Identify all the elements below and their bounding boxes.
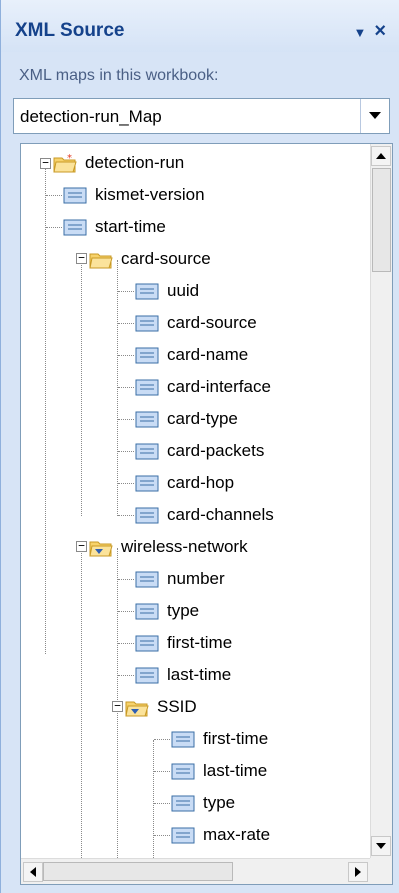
svg-text:*: *	[67, 153, 72, 164]
element-icon	[135, 603, 159, 620]
tree-item-number[interactable]: number	[135, 564, 225, 594]
element-icon	[135, 635, 159, 652]
tree-item-label: card-type	[167, 409, 238, 428]
element-icon	[135, 379, 159, 396]
element-icon	[63, 187, 87, 204]
scroll-corner	[370, 858, 392, 884]
pane-header: XML Source ▼×	[1, 0, 399, 52]
folder-icon	[89, 253, 113, 269]
tree-item-label: card-source	[121, 249, 211, 268]
root-folder-icon: *	[53, 153, 77, 173]
element-icon	[171, 795, 195, 812]
repeating-folder-icon	[125, 701, 149, 717]
tree-item-last-time[interactable]: last-time	[135, 660, 231, 690]
element-icon	[135, 315, 159, 332]
tree-item-card-source[interactable]: card-source	[89, 244, 211, 274]
vertical-scroll-thumb[interactable]	[372, 168, 391, 272]
collapse-toggle[interactable]: −	[76, 540, 87, 552]
tree-item-label: SSID	[157, 697, 197, 716]
tree-item-card-interface[interactable]: card-interface	[135, 372, 271, 402]
tree-item-first-time[interactable]: first-time	[135, 628, 232, 658]
tree-item-start-time[interactable]: start-time	[63, 212, 166, 242]
tree-item-detection-run[interactable]: * detection-run	[53, 148, 184, 178]
tree-item-card-channels[interactable]: card-channels	[135, 500, 274, 530]
tree-item-type[interactable]: type	[135, 596, 199, 626]
tree-item-label: card-hop	[167, 473, 235, 492]
element-icon	[135, 507, 159, 524]
tree-item-label: number	[167, 569, 225, 588]
tree-item-ssid-type[interactable]: type	[171, 788, 235, 818]
xml-source-pane: XML Source ▼× XML maps in this workbook:…	[0, 0, 399, 893]
xml-tree: − * detection-run kismet-version start-t…	[20, 143, 393, 885]
tree-item-label: card-source	[167, 313, 257, 332]
close-icon[interactable]: ×	[374, 20, 394, 42]
tree-item-label: card-name	[167, 345, 249, 364]
vertical-scrollbar[interactable]	[370, 144, 392, 858]
element-icon	[135, 283, 159, 300]
element-icon	[63, 219, 87, 236]
tree-item-label: card-interface	[167, 377, 271, 396]
tree-item-uuid[interactable]: uuid	[135, 276, 199, 306]
collapse-toggle[interactable]: −	[40, 157, 51, 169]
maps-label: XML maps in this workbook:	[19, 67, 219, 84]
collapse-toggle[interactable]: −	[76, 252, 87, 264]
tree-item-card-type[interactable]: card-type	[135, 404, 238, 434]
tree-item-card-name[interactable]: card-name	[135, 340, 248, 370]
element-icon	[171, 731, 195, 748]
tree-item-label: detection-run	[85, 153, 185, 172]
collapse-toggle[interactable]: −	[112, 700, 123, 712]
element-icon	[171, 827, 195, 844]
element-icon	[135, 347, 159, 364]
tree-item-label: uuid	[167, 281, 200, 300]
tree-item-card-hop[interactable]: card-hop	[135, 468, 234, 498]
element-icon	[171, 763, 195, 780]
repeating-folder-icon	[89, 541, 113, 557]
tree-item-max-rate[interactable]: max-rate	[171, 820, 270, 850]
tree-item-ssid-first-time[interactable]: first-time	[171, 724, 268, 754]
horizontal-scroll-thumb[interactable]	[43, 862, 233, 881]
chevron-down-icon[interactable]	[360, 99, 389, 133]
tree-item-card-packets[interactable]: card-packets	[135, 436, 264, 466]
tree-item-kismet-version[interactable]: kismet-version	[63, 180, 205, 210]
tree-item-label: max-rate	[203, 825, 271, 844]
xml-map-select-value: detection-run_Map	[20, 107, 162, 126]
horizontal-scrollbar[interactable]	[21, 858, 370, 884]
tree-item-label: last-time	[203, 761, 268, 780]
tree-item-label: last-time	[167, 665, 232, 684]
pane-options-icon[interactable]: ▼	[353, 25, 374, 40]
tree-item-card-source-child[interactable]: card-source	[135, 308, 257, 338]
scroll-left-icon[interactable]	[23, 862, 43, 882]
tree-item-wireless-network[interactable]: wireless-network	[89, 532, 248, 562]
tree-item-label: type	[203, 793, 236, 812]
element-icon	[135, 443, 159, 460]
tree-item-label: start-time	[95, 217, 166, 236]
tree-item-label: kismet-version	[95, 185, 205, 204]
tree-item-label: first-time	[203, 729, 269, 748]
tree-item-label: wireless-network	[121, 537, 248, 556]
element-icon	[135, 667, 159, 684]
tree-item-ssid[interactable]: SSID	[125, 692, 197, 722]
tree-item-label: first-time	[167, 633, 233, 652]
tree-item-label: type	[167, 601, 200, 620]
scroll-up-icon[interactable]	[371, 146, 391, 166]
element-icon	[135, 571, 159, 588]
scroll-right-icon[interactable]	[348, 862, 368, 882]
xml-map-select[interactable]: detection-run_Map	[13, 98, 390, 134]
element-icon	[135, 475, 159, 492]
scroll-down-icon[interactable]	[371, 836, 391, 856]
pane-title: XML Source	[15, 20, 125, 41]
tree-item-label: card-channels	[167, 505, 274, 524]
tree-item-label: card-packets	[167, 441, 265, 460]
element-icon	[135, 411, 159, 428]
tree-item-ssid-last-time[interactable]: last-time	[171, 756, 267, 786]
